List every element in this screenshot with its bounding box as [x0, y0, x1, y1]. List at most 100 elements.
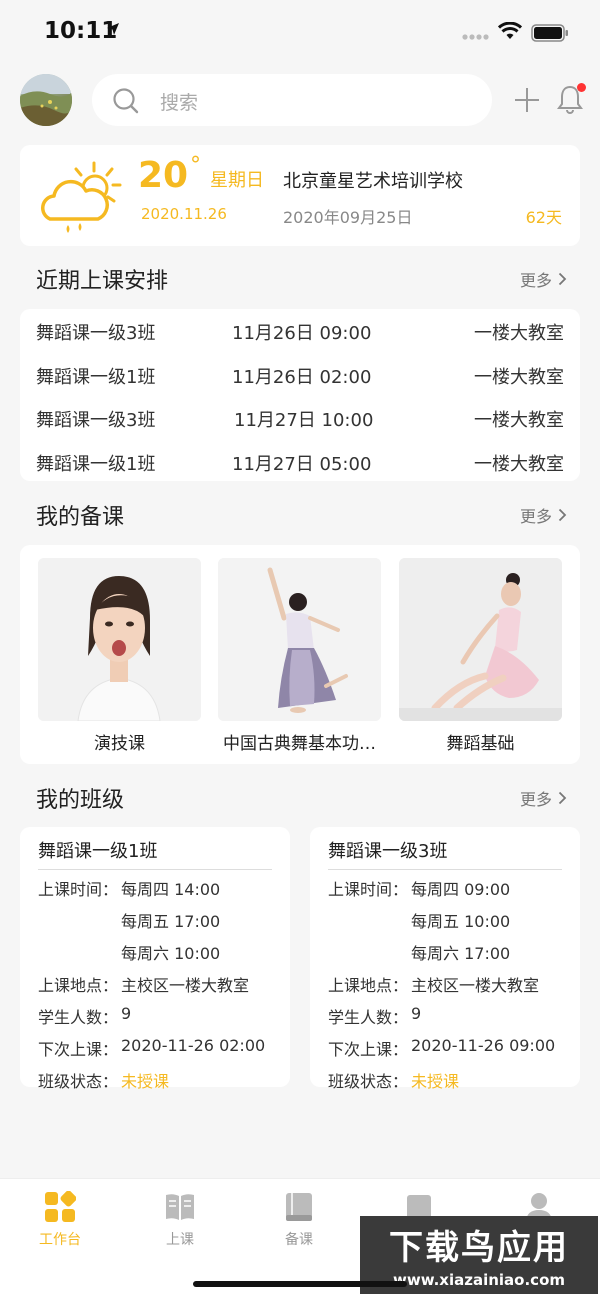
school-start-date: 2020年09月25日 [283, 208, 413, 227]
schedule-row[interactable]: 舞蹈课一级3班 11月27日 10:00 一楼大教室 [20, 396, 580, 439]
weekday: 星期日 [210, 170, 264, 191]
status-bar: 10:11 [0, 0, 600, 66]
class-time: 每周五 10:00 [411, 912, 511, 931]
class-count-label: 学生人数： [38, 1008, 119, 1027]
add-icon[interactable] [513, 86, 541, 114]
class-time: 每周四 09:00 [411, 880, 511, 899]
class-card[interactable]: 舞蹈课一级3班 上课时间： 每周四 09:00 每周五 10:00 每周六 17… [310, 827, 580, 1091]
class-state-label: 班级状态： [328, 1072, 409, 1091]
class-more-link[interactable]: 更多 [520, 786, 567, 810]
schedule-time: 11月27日 05:00 [232, 454, 372, 475]
prep-thumbnail [218, 558, 381, 721]
schedule-time: 11月26日 09:00 [232, 323, 372, 344]
prep-item-dance-basics[interactable]: 舞蹈基础 [399, 558, 562, 754]
class-time-label: 上课时间： [328, 880, 409, 899]
prep-caption: 中国古典舞基本功… [223, 734, 376, 754]
schedule-more-link[interactable]: 更多 [520, 267, 567, 291]
wifi-icon [498, 22, 522, 39]
tab-workbench[interactable]: 工作台 [20, 1190, 100, 1249]
schedule-row[interactable]: 舞蹈课一级1班 11月26日 02:00 一楼大教室 [20, 353, 580, 396]
schedule-time: 11月27日 10:00 [234, 410, 374, 431]
prep-section-title: 我的备课 [36, 505, 125, 530]
prep-caption: 演技课 [94, 734, 145, 754]
class-place-label: 上课地点： [328, 976, 409, 995]
more-label: 更多 [519, 790, 552, 809]
class-count: 9 [121, 1004, 132, 1023]
search-icon [113, 88, 139, 114]
partly-cloudy-rain-icon [41, 161, 122, 233]
schedule-room: 一楼大教室 [474, 410, 564, 431]
chevron-right-icon [558, 508, 567, 522]
location-arrow-icon [107, 23, 119, 35]
class-count-label: 学生人数： [328, 1008, 409, 1027]
prep-card: 演技课 中国古典舞基本功… 舞蹈基础 [20, 545, 580, 764]
tab-label: 备课 [285, 1232, 313, 1248]
tab-class[interactable]: 上课 [140, 1191, 220, 1249]
temperature: 20 [138, 155, 189, 196]
watermark-title: 下载鸟应用 [389, 1228, 569, 1268]
class-next: 2020-11-26 02:00 [121, 1036, 266, 1055]
schedule-time: 11月26日 02:00 [232, 367, 372, 388]
weather-date: 2020.11.26 [141, 205, 227, 223]
prep-item-classical-dance[interactable]: 中国古典舞基本功… [218, 558, 381, 754]
school-name: 北京童星艺术培训学校 [283, 171, 463, 192]
avatar[interactable] [20, 74, 72, 126]
class-place: 主校区一楼大教室 [121, 976, 250, 995]
tab-prep[interactable]: 备课 [259, 1191, 339, 1249]
degree-symbol: ° [190, 153, 201, 178]
schedule-row[interactable]: 舞蹈课一级3班 11月26日 09:00 一楼大教室 [20, 309, 580, 352]
prep-thumbnail [399, 558, 562, 721]
class-place: 主校区一楼大教室 [411, 976, 540, 995]
class-name: 舞蹈课一级3班 [328, 841, 448, 862]
schedule-class: 舞蹈课一级3班 [36, 410, 156, 431]
prep-caption: 舞蹈基础 [446, 734, 515, 754]
days-count: 62天 [525, 208, 562, 227]
class-card[interactable]: 舞蹈课一级1班 上课时间： 每周四 14:00 每周五 17:00 每周六 10… [20, 827, 290, 1091]
class-count: 9 [411, 1004, 422, 1023]
class-section-title: 我的班级 [36, 788, 125, 813]
battery-icon [531, 24, 568, 42]
weather-card: 20 ° 星期日 2020.11.26 北京童星艺术培训学校 2020年09月2… [20, 145, 580, 246]
class-time-label: 上课时间： [38, 880, 119, 899]
chevron-right-icon [558, 791, 567, 805]
schedule-class: 舞蹈课一级3班 [36, 323, 156, 344]
prep-item-acting[interactable]: 演技课 [38, 558, 201, 754]
schedule-section-title: 近期上课安排 [36, 269, 169, 294]
divider [38, 869, 272, 870]
class-state: 未授课 [121, 1072, 170, 1091]
prep-more-link[interactable]: 更多 [520, 503, 567, 527]
class-next-label: 下次上课： [328, 1040, 409, 1059]
search-bar[interactable]: 搜索 [92, 74, 492, 126]
notebook-icon [286, 1193, 312, 1221]
divider [328, 869, 562, 870]
class-time: 每周六 17:00 [411, 944, 511, 963]
class-name: 舞蹈课一级1班 [38, 841, 158, 862]
class-state-label: 班级状态： [38, 1072, 119, 1091]
schedule-class: 舞蹈课一级1班 [36, 454, 156, 475]
book-open-icon [166, 1194, 194, 1220]
top-bar: 搜索 [0, 72, 600, 128]
class-time: 每周四 14:00 [121, 880, 221, 899]
class-place-label: 上课地点： [38, 976, 119, 995]
search-input[interactable]: 搜索 [160, 88, 198, 115]
class-time: 每周五 17:00 [121, 912, 221, 931]
tab-label: 工作台 [39, 1232, 81, 1248]
schedule-class: 舞蹈课一级1班 [36, 367, 156, 388]
schedule-list: 舞蹈课一级3班 11月26日 09:00 一楼大教室 舞蹈课一级1班 11月26… [20, 309, 580, 481]
schedule-room: 一楼大教室 [474, 323, 564, 344]
prep-thumbnail [38, 558, 201, 721]
notification-badge [577, 83, 586, 92]
class-state: 未授课 [411, 1072, 460, 1091]
schedule-room: 一楼大教室 [474, 454, 564, 475]
avatar-image [20, 74, 72, 126]
notification-button[interactable] [557, 83, 586, 118]
class-time: 每周六 10:00 [121, 944, 221, 963]
more-label: 更多 [519, 271, 552, 290]
chevron-right-icon [558, 272, 567, 286]
class-next-label: 下次上课： [38, 1040, 119, 1059]
schedule-row[interactable]: 舞蹈课一级1班 11月27日 05:00 一楼大教室 [20, 440, 580, 483]
tab-label: 上课 [166, 1232, 194, 1248]
class-next: 2020-11-26 09:00 [411, 1036, 556, 1055]
home-indicator[interactable] [193, 1281, 407, 1287]
dashboard-icon [45, 1190, 77, 1222]
